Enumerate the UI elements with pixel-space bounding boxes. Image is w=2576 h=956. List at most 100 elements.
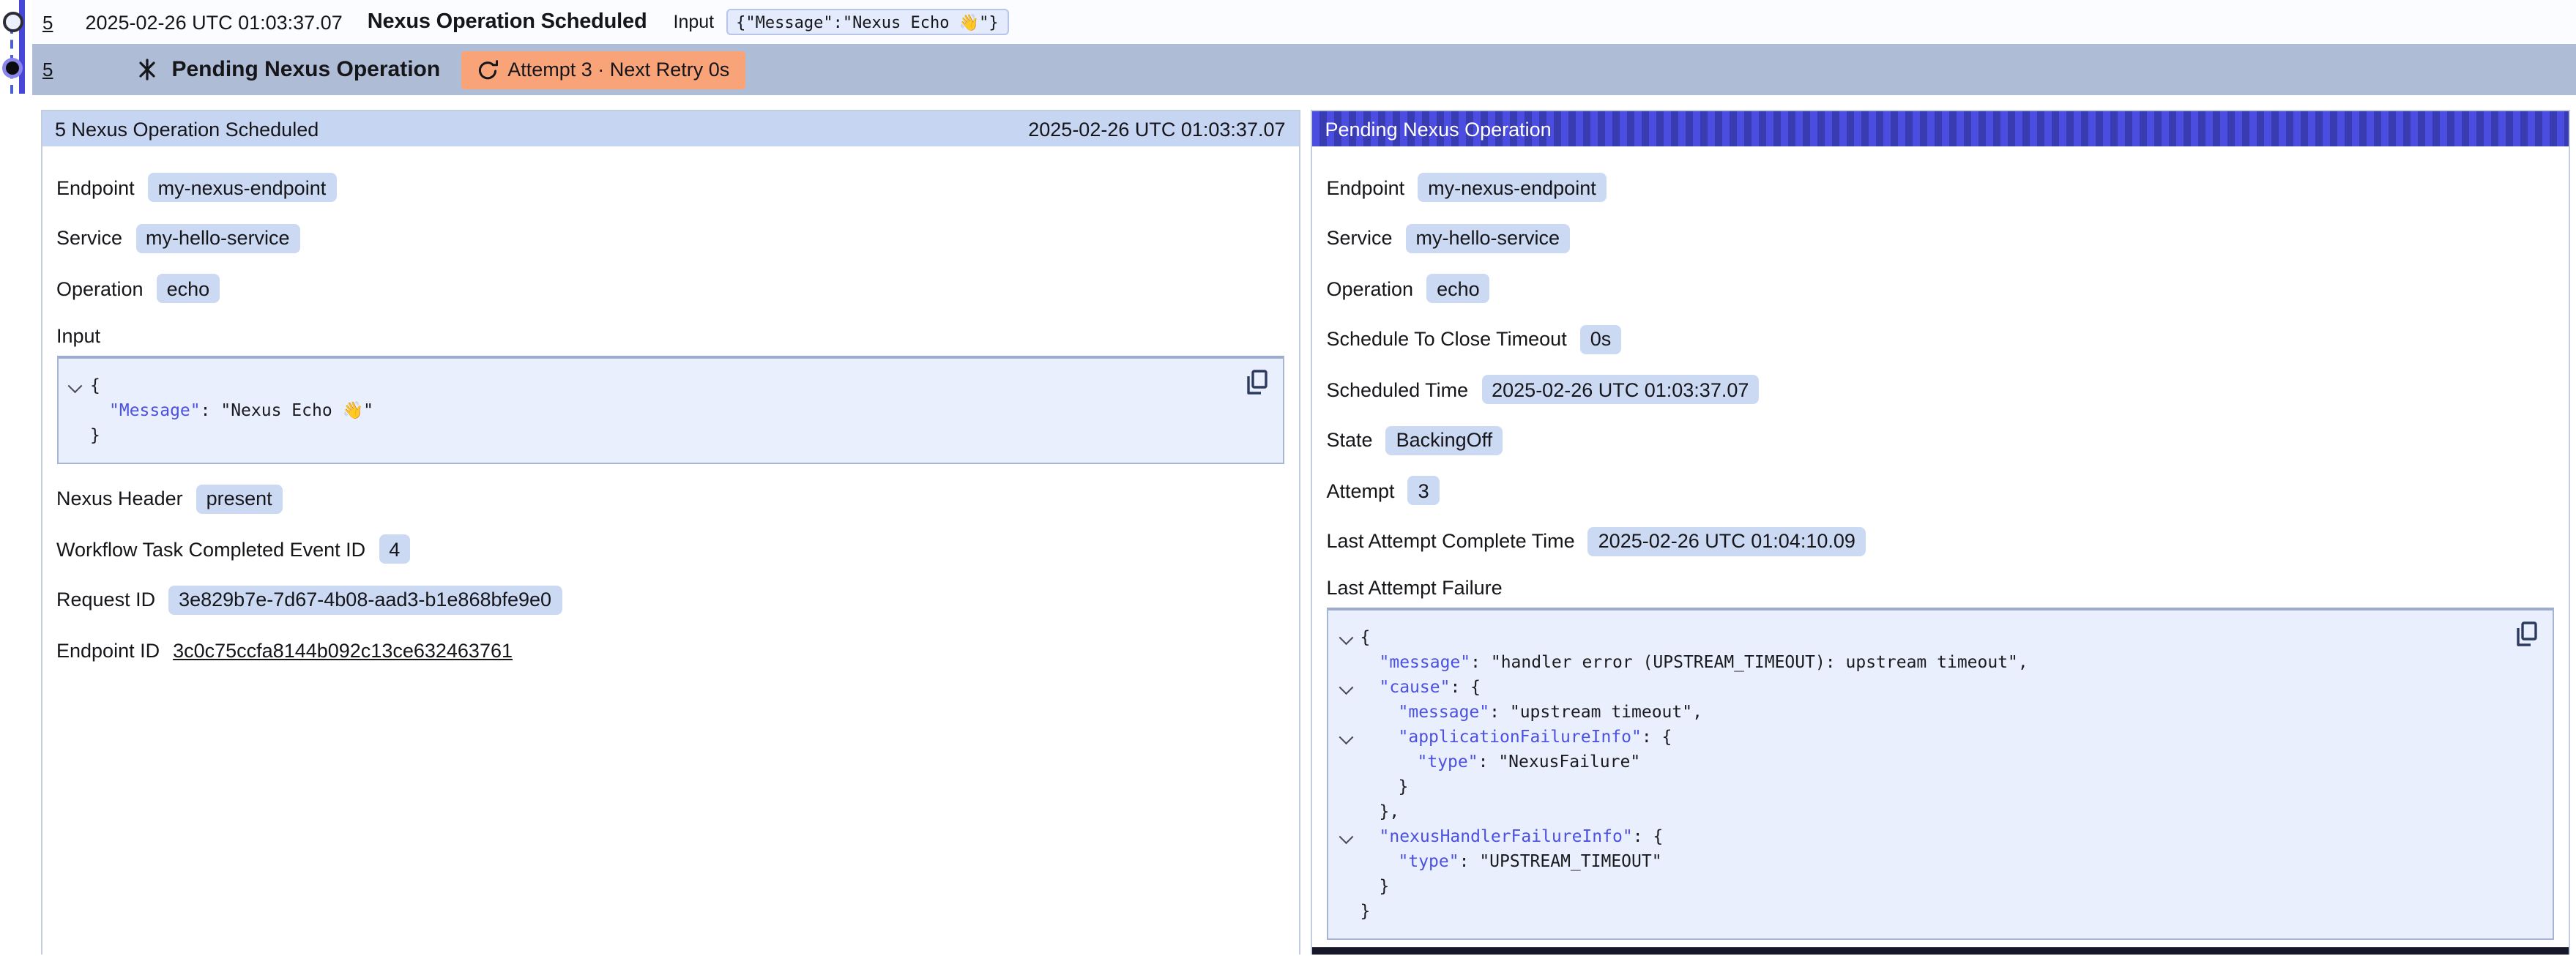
event-timestamp: 2025-02-26 UTC 01:03:37.07 [85, 11, 342, 33]
json-text: { [90, 373, 100, 397]
field-label: Service [1327, 227, 1393, 249]
json-line: { [61, 373, 1233, 397]
field-request-id: Request ID 3e829b7e-7d67-4b08-aad3-b1e868… [56, 584, 1284, 615]
field-label: Nexus Header [56, 488, 183, 509]
json-line: "type": "NexusFailure" [1331, 750, 2504, 774]
json-text: } [1360, 899, 1371, 924]
json-line: } [1331, 899, 2504, 924]
json-text: "message": "upstream timeout", [1360, 700, 1702, 725]
collapse-chevron-icon[interactable] [61, 373, 90, 397]
field-endpoint: Endpoint my-nexus-endpoint [1327, 172, 2555, 203]
field-label: Operation [56, 277, 144, 299]
pending-fields: Endpoint my-nexus-endpoint Service my-hello… [1327, 172, 2555, 556]
event-detail-card-pending: Pending Nexus Operation Endpoint my-nexus… [1311, 110, 2571, 955]
field-operation: Operationecho [1327, 273, 2555, 304]
input-json-block: {"Message": "Nexus Echo 👋"} [56, 355, 1284, 463]
json-text: } [1360, 774, 1409, 799]
field-state: StateBackingOff [1327, 425, 2555, 455]
json-line: "cause": { [1331, 675, 2504, 700]
field-label: Schedule To Close Timeout [1327, 328, 1567, 350]
json-line: "type": "UPSTREAM_TIMEOUT" [1331, 849, 2504, 874]
field-label: Scheduled Time [1327, 378, 1469, 400]
field-value-workflow-task-completed-event-id: 4 [379, 534, 410, 564]
field-value-endpoint-id[interactable]: 3c0c75ccfa8144b092c13ce632463761 [173, 639, 513, 661]
field-value-endpoint: my-nexus-endpoint [1418, 173, 1607, 202]
field-label: Endpoint [1327, 176, 1405, 198]
field-value-operation: echo [157, 274, 220, 303]
event-detail-panels: 5 Nexus Operation Scheduled 2025-02-26 U… [0, 95, 2576, 955]
json-line: "message": "upstream timeout", [1331, 700, 2504, 725]
copy-icon[interactable] [1245, 368, 1270, 395]
collapse-chevron-icon[interactable] [1331, 625, 1360, 650]
gutter-spacer [1331, 849, 1360, 874]
json-line: "applicationFailureInfo": { [1331, 725, 2504, 750]
input-payload-chip: {"Message":"Nexus Echo 👋"} [726, 9, 1009, 35]
field-value-nexus-header: present [196, 484, 283, 513]
event-title: Nexus Operation Scheduled [368, 10, 647, 34]
json-line: "nexusHandlerFailureInfo": { [1331, 824, 2504, 849]
json-text: "type": "NexusFailure" [1360, 750, 1641, 774]
json-line: "message": "handler error (UPSTREAM_TIME… [1331, 650, 2504, 675]
scheduled-fields: Endpointmy-nexus-endpointServicemy-hello… [56, 172, 1284, 304]
event-id-link[interactable]: 5 [42, 11, 53, 33]
pending-id-link[interactable]: 5 [42, 59, 53, 81]
field-service: Service my-hello-service [1327, 223, 2555, 253]
json-text: "applicationFailureInfo": { [1360, 725, 1672, 750]
field-value-service: my-hello-service [1406, 223, 1571, 253]
field-value-state: BackingOff [1386, 425, 1503, 455]
field-last-attempt-complete-time: Last Attempt Complete Time 2025-02-26 UTC… [1327, 526, 2555, 556]
field-schedule-to-close-timeout: Schedule To Close Timeout 0s [1327, 324, 2555, 354]
json-line: } [1331, 774, 2504, 799]
gutter-spacer [1331, 700, 1360, 725]
field-label: Workflow Task Completed Event ID [56, 538, 365, 560]
field-value-scheduled-time: 2025-02-26 UTC 01:03:37.07 [1481, 375, 1759, 404]
field-value-attempt: 3 [1408, 476, 1440, 505]
field-operation: Operation echo [56, 273, 1284, 304]
gutter-spacer [1331, 750, 1360, 774]
asterisk-pending-icon [136, 59, 158, 81]
timeline-dashed-connector [10, 25, 13, 94]
json-text: }, [1360, 799, 1400, 824]
input-json-lines: {"Message": "Nexus Echo 👋"} [61, 373, 1233, 447]
pending-card-body: Endpoint my-nexus-endpoint Service my-hello… [1312, 146, 2569, 955]
scheduled-card-body: Endpointmy-nexus-endpointServicemy-hello… [42, 146, 1299, 955]
json-text: { [1360, 625, 1371, 650]
collapse-chevron-icon[interactable] [1331, 725, 1360, 750]
json-text: "message": "handler error (UPSTREAM_TIME… [1360, 650, 2028, 675]
pending-card-header: Pending Nexus Operation [1312, 111, 2569, 146]
collapse-chevron-icon[interactable] [1331, 824, 1360, 849]
json-text: } [1360, 874, 1390, 899]
field-label: Operation [1327, 277, 1414, 299]
field-value-schedule-to-close-timeout: 0s [1580, 324, 1622, 354]
json-line: "Message": "Nexus Echo 👋" [61, 397, 1233, 422]
field-endpoint: Endpointmy-nexus-endpoint [56, 172, 1284, 203]
gutter-spacer [1331, 799, 1360, 824]
event-row-scheduled[interactable]: 5 2025-02-26 UTC 01:03:37.07 Nexus Opera… [32, 0, 2576, 44]
gutter-spacer [1331, 899, 1360, 924]
field-nexus-header: Nexus Header present [56, 483, 1284, 514]
next-section-edge [1311, 947, 2571, 955]
scheduled-fields-extra: Nexus Header present Workflow Task Complet… [56, 483, 1284, 665]
gutter-spacer [1331, 650, 1360, 675]
copy-icon[interactable] [2514, 621, 2539, 647]
json-line: } [1331, 874, 2504, 899]
event-timeline [0, 0, 32, 97]
retry-status-badge: Attempt 3 · Next Retry 0s [461, 51, 745, 89]
event-history-rows: 5 2025-02-26 UTC 01:03:37.07 Nexus Opera… [0, 0, 2576, 95]
refresh-retry-icon [477, 59, 497, 80]
field-value-request-id: 3e829b7e-7d67-4b08-aad3-b1e868bfe9e0 [168, 585, 562, 614]
field-label: Last Attempt Complete Time [1327, 530, 1575, 552]
json-text: "cause": { [1360, 675, 1481, 700]
field-label: Endpoint ID [56, 639, 160, 661]
json-line: { [1331, 625, 2504, 650]
timeline-open-node-icon[interactable] [3, 12, 23, 32]
timeline-filled-node-icon[interactable] [5, 61, 18, 75]
field-workflow-task-completed-event-id: Workflow Task Completed Event ID 4 [56, 534, 1284, 564]
event-row-pending[interactable]: 5 Pending Nexus Operation Attempt 3 · Ne… [32, 44, 2576, 95]
gutter-spacer [1331, 774, 1360, 799]
field-label: Request ID [56, 589, 155, 610]
field-label: Service [56, 227, 122, 249]
collapse-chevron-icon[interactable] [1331, 675, 1360, 700]
json-text: } [90, 422, 100, 447]
field-value-last-attempt-complete-time: 2025-02-26 UTC 01:04:10.09 [1588, 526, 1866, 556]
